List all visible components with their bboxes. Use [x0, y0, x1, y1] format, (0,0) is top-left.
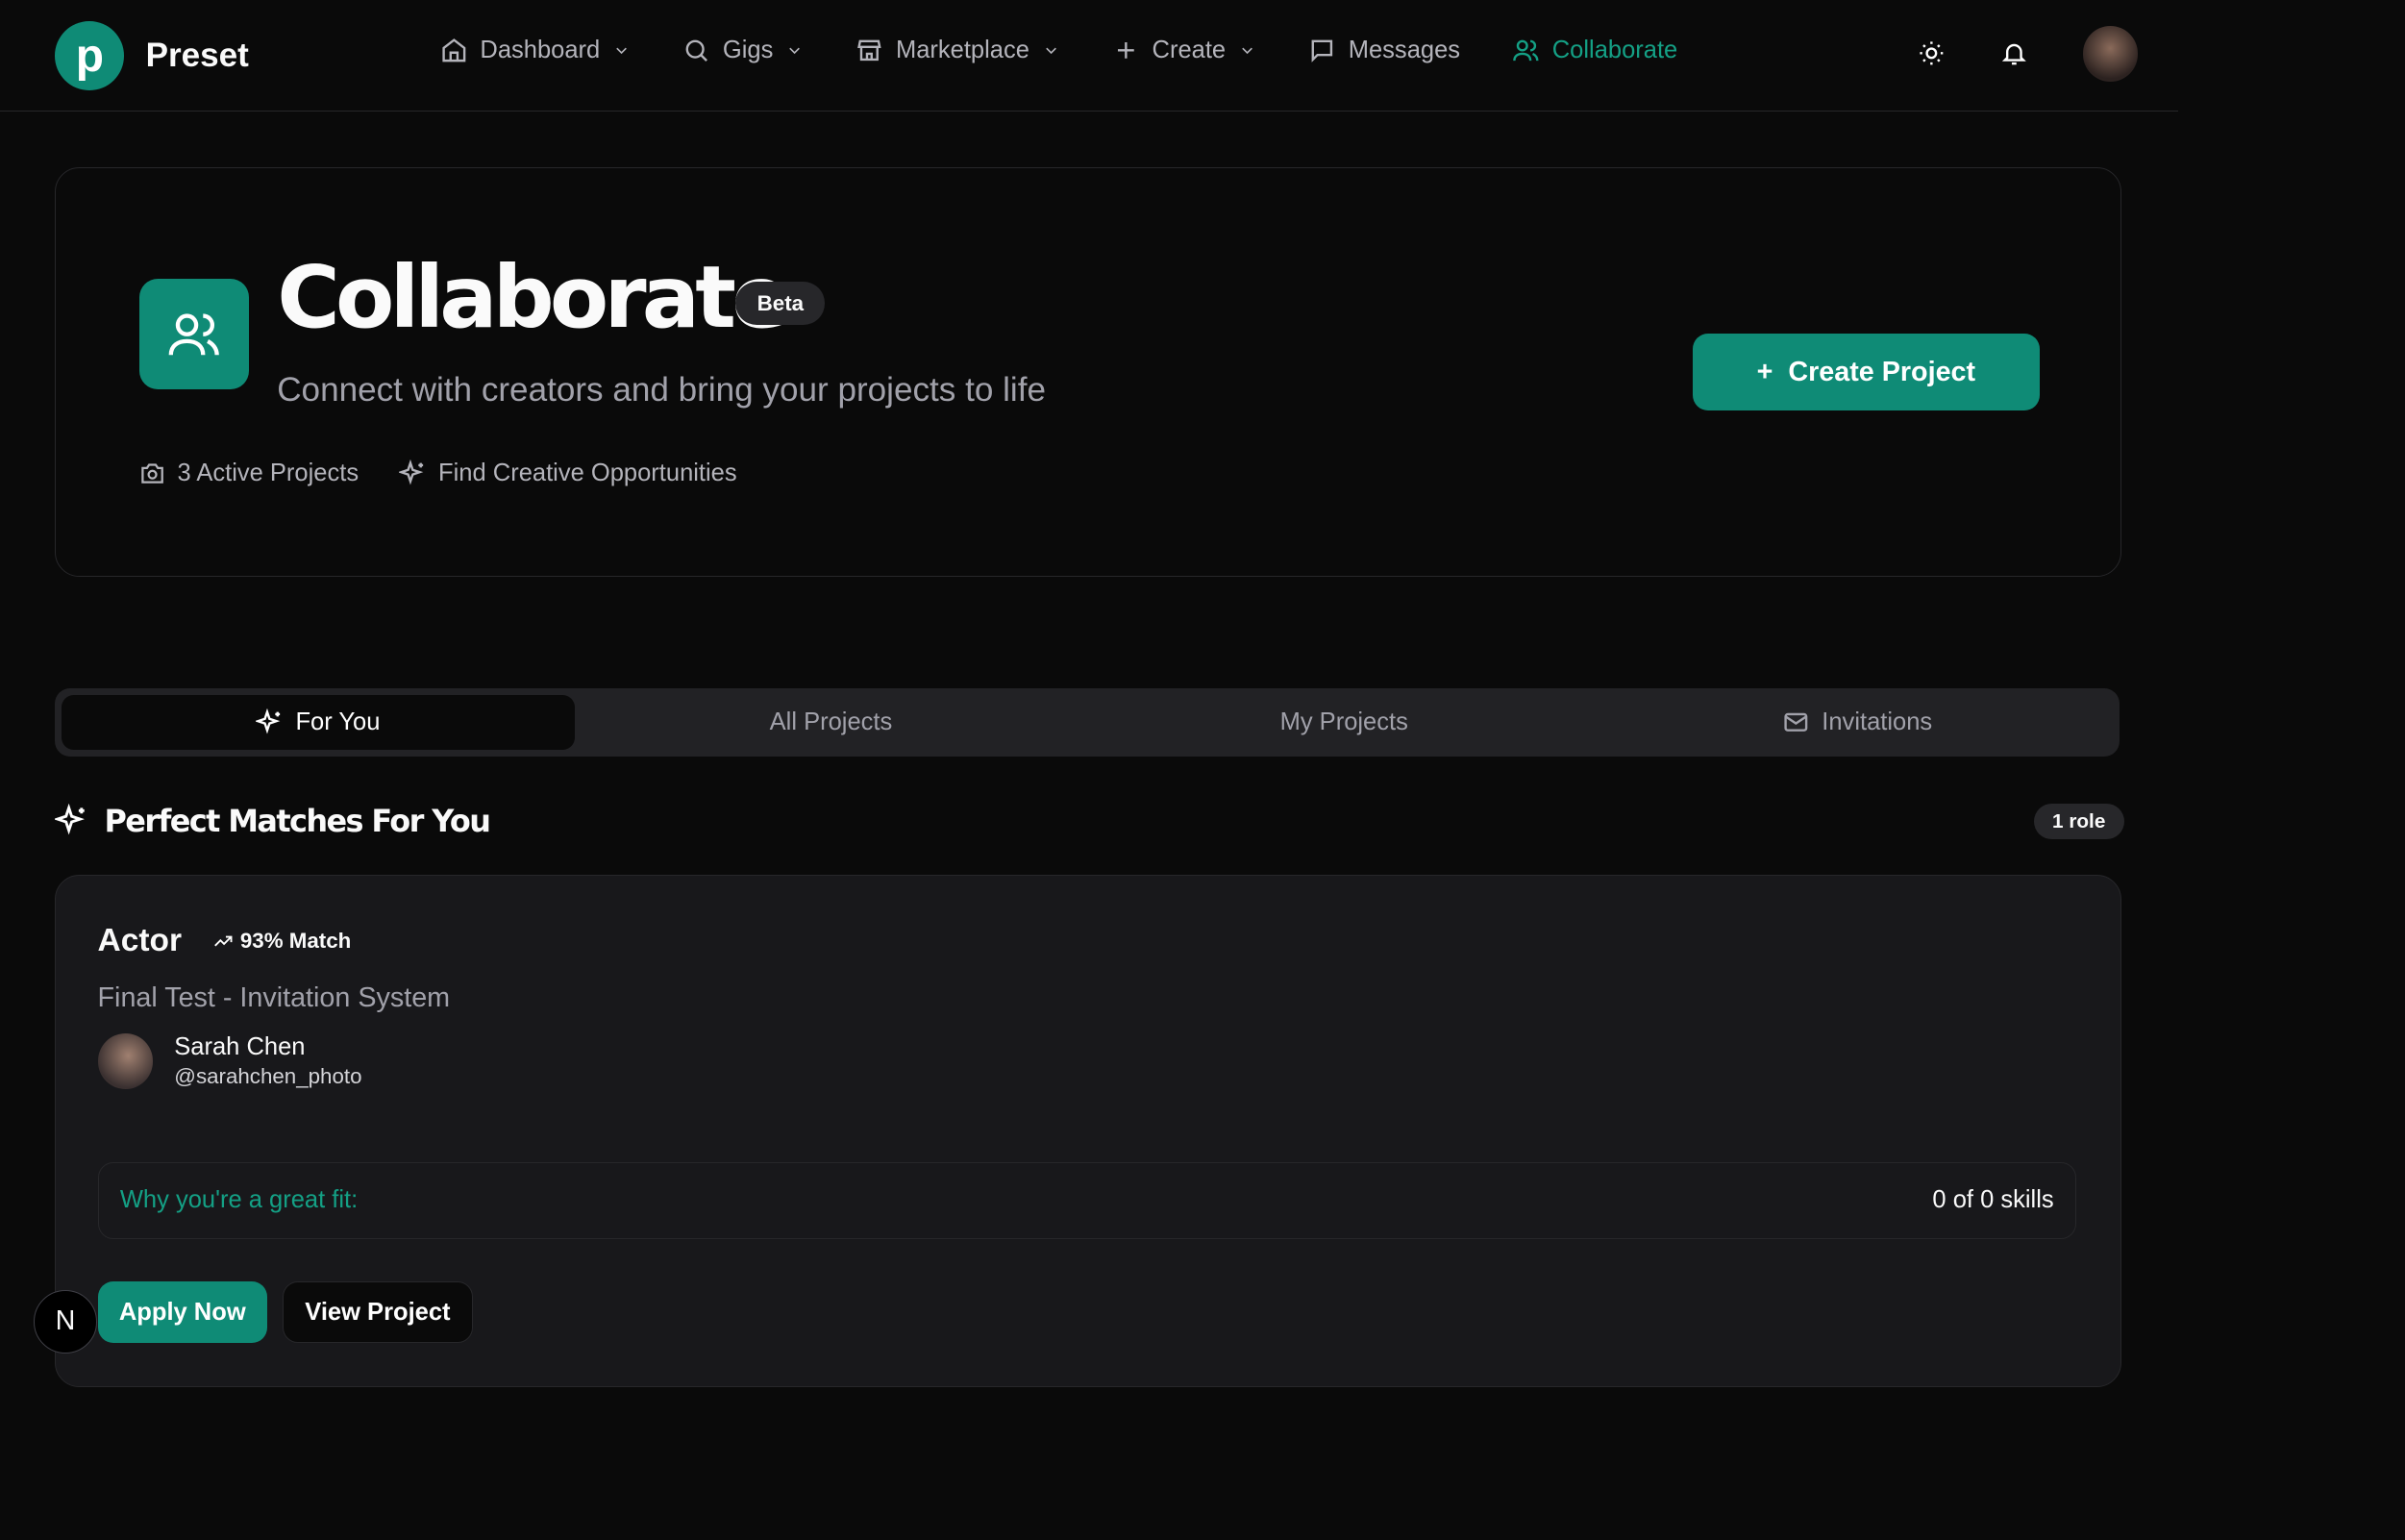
nav-label: Create [1152, 37, 1227, 64]
chevron-down-icon [1045, 47, 1056, 55]
plus-icon: + [1756, 356, 1773, 387]
brand-name: Preset [145, 37, 249, 75]
button-label: Create Project [1788, 356, 1976, 387]
match-label: 93% Match [239, 929, 352, 954]
chevron-down-icon [1242, 47, 1252, 55]
project-title[interactable]: Final Test - Invitation System [98, 982, 451, 1014]
nav-label: Marketplace [895, 37, 1029, 64]
nav-label: Collaborate [1551, 37, 1678, 64]
nav-gigs[interactable]: Gigs [682, 37, 804, 64]
user-avatar[interactable] [2082, 26, 2139, 82]
view-project-button[interactable]: View Project [282, 1281, 473, 1344]
brand-logo[interactable]: p Preset [55, 21, 249, 91]
message-icon [1311, 40, 1333, 63]
project-owner[interactable]: Sarah Chen @sarahchen_photo [97, 1032, 362, 1089]
nav-label: Dashboard [480, 37, 601, 64]
section-title: Perfect Matches For You [104, 802, 490, 839]
page-title: Collaborate [277, 247, 790, 348]
nav-marketplace[interactable]: Marketplace [855, 37, 1059, 64]
trending-up-icon [214, 935, 233, 947]
logo-mark: p [55, 21, 125, 91]
match-score: 93% Match [212, 929, 351, 954]
beta-badge: Beta [735, 282, 826, 326]
fit-label: Why you're a great fit: [119, 1186, 359, 1214]
chevron-down-icon [616, 47, 627, 55]
top-nav: p Preset Dashboard Gigs Marketplace Crea… [0, 0, 2178, 112]
match-card: Actor 93% Match Final Test - Invitation … [55, 874, 2122, 1387]
owner-name: Sarah Chen [174, 1032, 306, 1060]
tab-label: All Projects [769, 708, 893, 736]
chevron-down-icon [789, 47, 800, 55]
sparkles-icon [55, 804, 86, 835]
page-subtitle: Connect with creators and bring your pro… [277, 370, 1046, 409]
nav-messages[interactable]: Messages [1308, 37, 1460, 64]
fit-value: 0 of 0 skills [1932, 1186, 2054, 1214]
fit-summary: Why you're a great fit: 0 of 0 skills [97, 1161, 2076, 1239]
tab-label: My Projects [1279, 708, 1408, 736]
users-icon [138, 278, 250, 389]
nav-create[interactable]: Create [1112, 37, 1256, 64]
tab-label: Invitations [1822, 708, 1933, 736]
users-icon [1513, 40, 1539, 62]
tab-for-you[interactable]: For You [61, 694, 575, 751]
owner-handle: @sarahchen_photo [174, 1064, 362, 1089]
search-icon [685, 40, 708, 62]
nav-collaborate[interactable]: Collaborate [1512, 37, 1677, 64]
section-heading: Perfect Matches For You [55, 802, 491, 839]
role-title: Actor [97, 923, 182, 958]
sparkles-icon [255, 708, 281, 734]
bell-icon[interactable] [2000, 39, 2028, 67]
plus-icon [1118, 42, 1134, 60]
nav-label: Messages [1348, 37, 1461, 64]
apply-now-button[interactable]: Apply Now [97, 1281, 267, 1344]
meta-label: Find Creative Opportunities [438, 460, 737, 487]
sun-icon[interactable] [1918, 39, 1946, 67]
tab-all-projects[interactable]: All Projects [575, 695, 1088, 750]
meta-label: 3 Active Projects [177, 460, 360, 487]
create-project-button[interactable]: + Create Project [1693, 334, 2040, 411]
camera-icon [140, 463, 163, 484]
mail-icon [1784, 712, 1808, 733]
tab-my-projects[interactable]: My Projects [1087, 695, 1600, 750]
tab-bar: For You All Projects My Projects Invitat… [55, 688, 2120, 757]
store-icon [857, 40, 882, 62]
tab-invitations[interactable]: Invitations [1600, 695, 2114, 750]
role-count-badge: 1 role [2033, 804, 2124, 839]
nav-label: Gigs [722, 37, 774, 64]
active-projects: 3 Active Projects [139, 460, 360, 487]
sparkles-icon [398, 460, 423, 485]
hero-card: Collaborate Beta Connect with creators a… [55, 166, 2122, 578]
tab-label: For You [295, 708, 381, 736]
dev-tools-badge[interactable]: N [34, 1289, 97, 1354]
home-icon [442, 38, 466, 62]
nav-dashboard[interactable]: Dashboard [440, 37, 631, 64]
find-opportunities: Find Creative Opportunities [398, 460, 737, 487]
owner-avatar [97, 1033, 153, 1089]
